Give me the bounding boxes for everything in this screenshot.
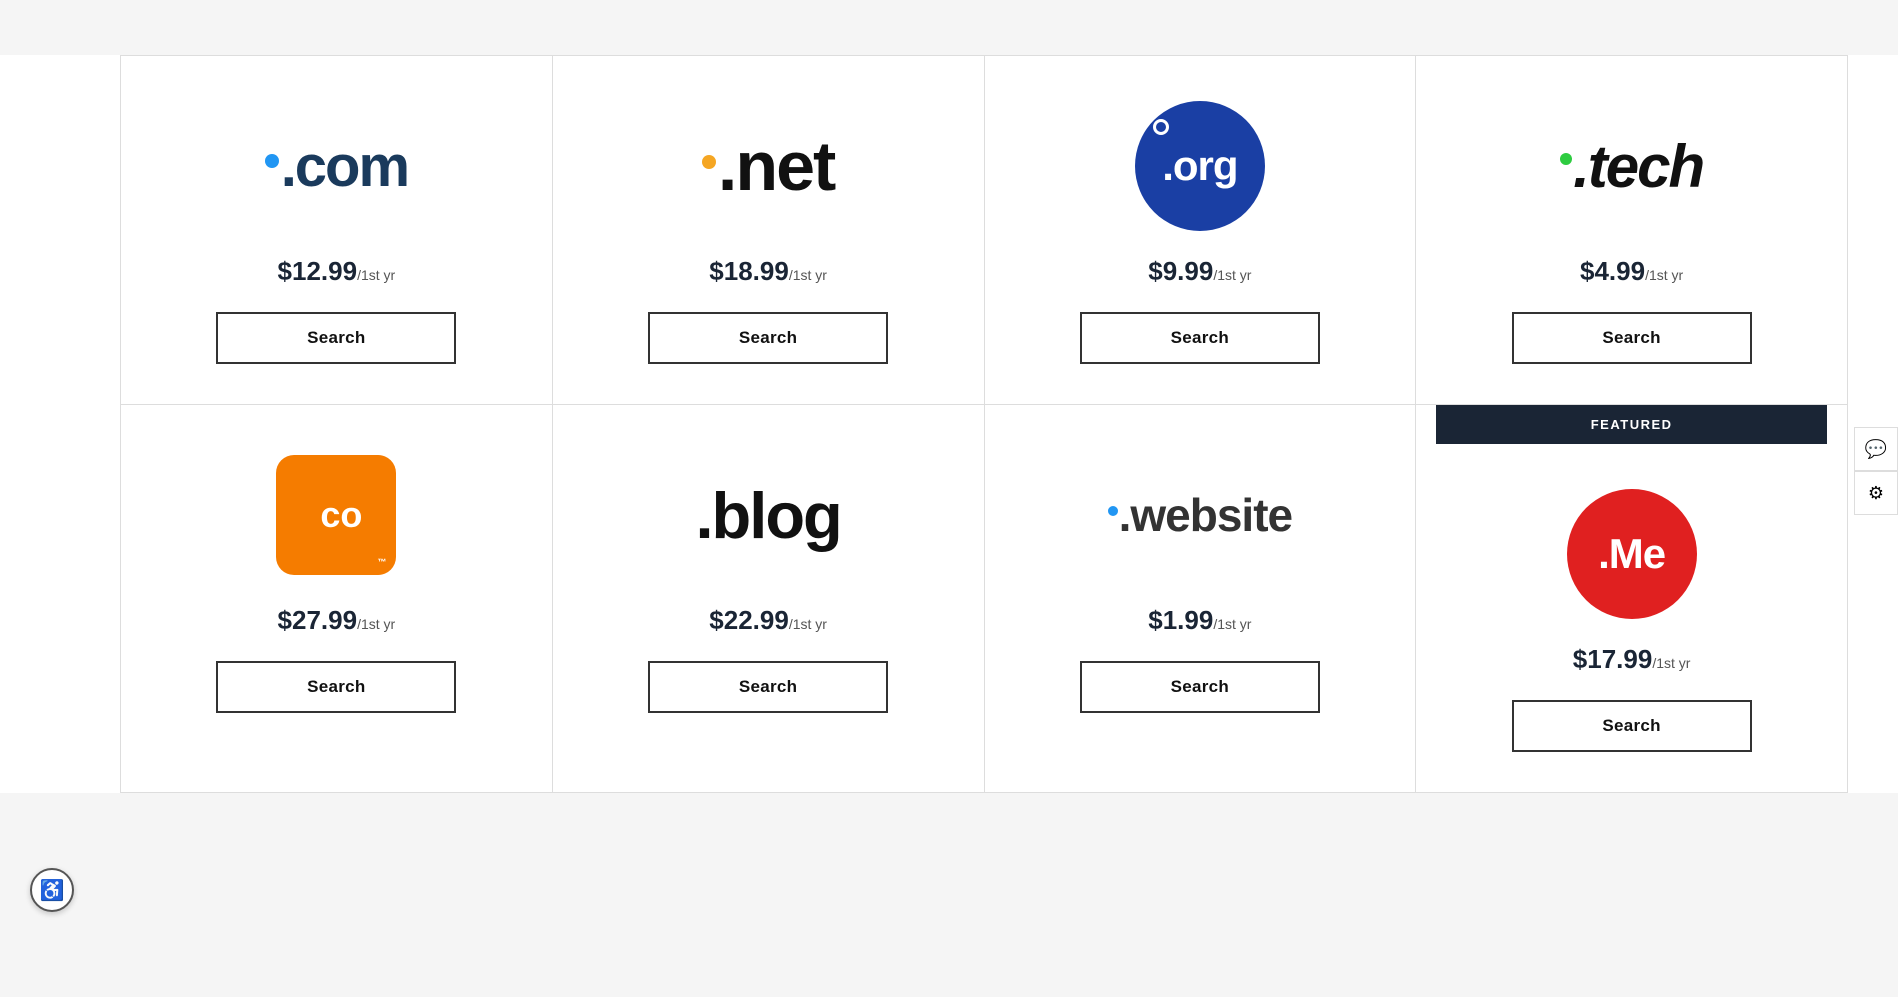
org-per-yr: /1st yr: [1213, 267, 1251, 283]
accessibility-icon: ♿: [40, 878, 65, 903]
accessibility-button[interactable]: ♿: [30, 868, 74, 912]
domain-card-org: .org $9.99/1st yr Search: [985, 56, 1417, 405]
org-price-value: $9.99: [1148, 256, 1213, 286]
blog-search-button[interactable]: Search: [648, 661, 888, 713]
net-logo: .net: [702, 126, 834, 206]
blog-price-value: $22.99: [709, 605, 789, 635]
co-logo: .co ™: [276, 455, 396, 575]
com-per-yr: /1st yr: [357, 267, 395, 283]
sidebar-float: 💬 ⚙: [1854, 427, 1898, 515]
website-price-value: $1.99: [1148, 605, 1213, 635]
website-dot: [1108, 506, 1118, 516]
com-logo-area: .com: [265, 96, 408, 236]
tech-logo-area: .tech: [1560, 96, 1703, 236]
me-search-button[interactable]: Search: [1512, 700, 1752, 752]
settings-button[interactable]: ⚙: [1854, 471, 1898, 515]
me-price: $17.99/1st yr: [1573, 644, 1691, 675]
co-price: $27.99/1st yr: [278, 605, 396, 636]
co-logo-area: .co ™: [276, 445, 396, 585]
website-logo-area: .website: [1108, 445, 1293, 585]
tech-search-button[interactable]: Search: [1512, 312, 1752, 364]
org-logo: .org: [1135, 101, 1265, 231]
net-price-value: $18.99: [709, 256, 789, 286]
org-dot: [1153, 119, 1169, 135]
domain-card-blog: .blog $22.99/1st yr Search: [553, 405, 985, 793]
co-per-yr: /1st yr: [357, 616, 395, 632]
website-search-button[interactable]: Search: [1080, 661, 1320, 713]
net-per-yr: /1st yr: [789, 267, 827, 283]
co-search-button[interactable]: Search: [216, 661, 456, 713]
net-search-button[interactable]: Search: [648, 312, 888, 364]
tech-dot: [1560, 153, 1572, 165]
website-price: $1.99/1st yr: [1148, 605, 1251, 636]
website-logo: .website: [1108, 488, 1293, 542]
me-logo: .Me: [1567, 489, 1697, 619]
website-per-yr: /1st yr: [1213, 616, 1251, 632]
domain-card-me: FEATURED .Me $17.99/1st yr Search: [1416, 405, 1848, 793]
domain-card-com: .com $12.99/1st yr Search: [121, 56, 553, 405]
blog-logo-area: .blog: [696, 445, 841, 585]
org-logo-area: .org: [1135, 96, 1265, 236]
org-price: $9.99/1st yr: [1148, 256, 1251, 287]
blog-logo: .blog: [696, 478, 841, 553]
com-price: $12.99/1st yr: [278, 256, 396, 287]
tech-price: $4.99/1st yr: [1580, 256, 1683, 287]
com-search-button[interactable]: Search: [216, 312, 456, 364]
chat-button[interactable]: 💬: [1854, 427, 1898, 471]
tech-logo: .tech: [1560, 132, 1703, 201]
domain-card-net: .net $18.99/1st yr Search: [553, 56, 985, 405]
net-logo-area: .net: [702, 96, 834, 236]
me-logo-area: .Me: [1567, 484, 1697, 624]
tech-per-yr: /1st yr: [1645, 267, 1683, 283]
me-per-yr: /1st yr: [1652, 655, 1690, 671]
net-dot: [702, 155, 716, 169]
net-price: $18.99/1st yr: [709, 256, 827, 287]
com-logo: .com: [265, 133, 408, 200]
com-price-value: $12.99: [278, 256, 358, 286]
domain-card-tech: .tech $4.99/1st yr Search: [1416, 56, 1848, 405]
blog-price: $22.99/1st yr: [709, 605, 827, 636]
com-dot: [265, 154, 279, 168]
blog-per-yr: /1st yr: [789, 616, 827, 632]
org-search-button[interactable]: Search: [1080, 312, 1320, 364]
domain-grid: .com $12.99/1st yr Search .net $18.99/1s…: [120, 55, 1848, 793]
co-price-value: $27.99: [278, 605, 358, 635]
chat-icon: 💬: [1865, 439, 1887, 460]
settings-icon: ⚙: [1868, 483, 1884, 504]
domain-card-co: .co ™ $27.99/1st yr Search: [121, 405, 553, 793]
tech-price-value: $4.99: [1580, 256, 1645, 286]
me-price-value: $17.99: [1573, 644, 1653, 674]
featured-banner: FEATURED: [1436, 405, 1827, 444]
domain-card-website: .website $1.99/1st yr Search: [985, 405, 1417, 793]
